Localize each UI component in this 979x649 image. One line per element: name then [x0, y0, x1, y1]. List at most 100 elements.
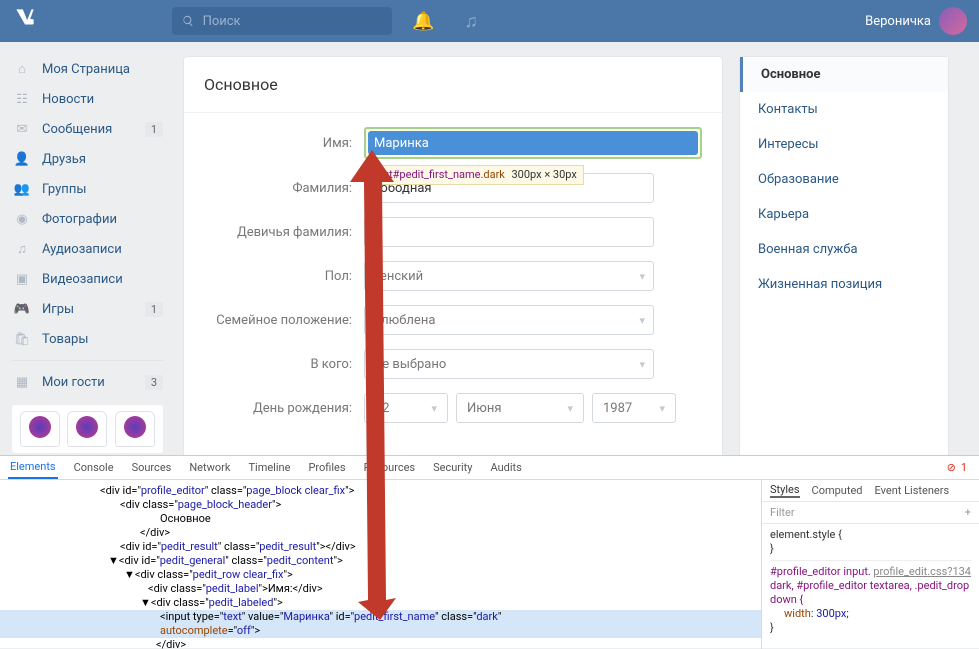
devtab-timeline[interactable]: Timeline	[246, 457, 292, 478]
nav-guests[interactable]: ▦ Мои гости 3	[4, 367, 171, 397]
nav-photo[interactable]: ◉ Фотографии	[4, 204, 171, 234]
games-icon: 🎮	[12, 299, 32, 319]
styles-panel: StylesComputedEvent Listeners Filter+ el…	[761, 480, 979, 649]
label-name: Имя:	[204, 136, 364, 151]
nav-badge: 3	[145, 375, 163, 390]
devtab-profiles[interactable]: Profiles	[306, 457, 347, 478]
nav-badge: 1	[145, 122, 163, 137]
nav-home[interactable]: ⌂Моя Страница	[4, 54, 171, 84]
user-name: Вероничка	[865, 14, 931, 29]
label-maiden: Девичья фамилия:	[204, 225, 364, 240]
news-icon: ☷	[12, 89, 32, 109]
devtab-console[interactable]: Console	[72, 457, 116, 478]
market-icon: 🛍	[12, 329, 32, 349]
search-icon	[182, 14, 195, 28]
avatar	[939, 7, 967, 35]
nav-separator	[12, 360, 163, 361]
nav-msg[interactable]: ✉ Сообщения 1	[4, 114, 171, 144]
page-title: Основное	[184, 57, 722, 113]
rnav-item[interactable]: Карьера	[740, 197, 948, 232]
chevron-down-icon: ▾	[639, 358, 645, 371]
nav-friends[interactable]: 👤 Друзья	[4, 144, 171, 174]
nav-label: Видеозаписи	[42, 272, 123, 287]
nav-label: Сообщения	[42, 122, 112, 137]
bell-icon[interactable]: 🔔	[412, 11, 434, 32]
nav-label: Группы	[42, 182, 86, 197]
nav-label: Мои гости	[42, 375, 105, 390]
promo-banner[interactable]	[12, 405, 163, 453]
photo-icon: ◉	[12, 209, 32, 229]
row-whom: В кого: Не выбрано▾	[204, 349, 702, 379]
label-surname: Фамилия:	[204, 181, 364, 196]
styletab-event-listeners[interactable]: Event Listeners	[875, 484, 950, 497]
styles-tabs: Styles Computed Event Listeners	[762, 480, 979, 502]
music-icon[interactable]: ♫	[464, 11, 478, 32]
row-name: Имя:	[204, 127, 702, 159]
chevron-down-icon: ▾	[639, 314, 645, 327]
rnav-item[interactable]: Военная служба	[740, 232, 948, 267]
devtab-audits[interactable]: Audits	[489, 457, 524, 478]
select-year[interactable]: 1987▾	[592, 393, 676, 423]
top-icons: 🔔 ♫	[412, 11, 478, 32]
rnav-item[interactable]: Контакты	[740, 92, 948, 127]
friends-icon: 👤	[12, 149, 32, 169]
search-input[interactable]	[203, 14, 382, 29]
topbar: 🔔 ♫ Вероничка	[0, 0, 979, 42]
nav-label: Фотографии	[42, 212, 117, 227]
error-count[interactable]: ⊘ 1	[945, 453, 971, 482]
video-icon: ▣	[12, 269, 32, 289]
nav-label: Товары	[42, 332, 88, 347]
plus-icon[interactable]: +	[965, 506, 971, 519]
annotation-arrow-1	[350, 150, 440, 620]
groups-icon: 👥	[12, 179, 32, 199]
left-nav: ⌂Моя Страница ☷ Новости ✉ Сообщения 1 👤 Друзья 👥…	[0, 48, 175, 467]
styletab-computed[interactable]: Computed	[812, 484, 863, 497]
devtools-tabs: Elements Console Sources Network Timeline Pro…	[0, 456, 979, 480]
nav-label: Аудиозаписи	[42, 242, 122, 257]
promo-cup	[67, 411, 107, 447]
devtools: Elements Console Sources Network Timeline Pro…	[0, 455, 979, 648]
row-bday: День рождения: 12▾ Июня▾ 1987▾	[204, 393, 702, 423]
nav-audio[interactable]: ♫ Аудиозаписи	[4, 234, 171, 264]
nav-groups[interactable]: 👥 Группы	[4, 174, 171, 204]
devtab-network[interactable]: Network	[187, 457, 232, 478]
top-user[interactable]: Вероничка	[865, 7, 967, 35]
nav-badge: 1	[145, 302, 163, 317]
css-source-link[interactable]: profile_edit.css?134	[873, 565, 971, 579]
rnav-item[interactable]: Основное	[740, 57, 948, 92]
promo-cup	[115, 411, 155, 447]
styles-filter[interactable]: Filter+	[762, 502, 979, 524]
row-marital: Семейное положение: Влюблена▾	[204, 305, 702, 335]
label-sex: Пол:	[204, 269, 364, 284]
styletab-styles[interactable]: Styles	[770, 483, 800, 498]
vk-logo[interactable]	[12, 5, 52, 37]
rnav-item[interactable]: Интересы	[740, 127, 948, 162]
row-maiden: Девичья фамилия:	[204, 217, 702, 247]
nav-label: Моя Страница	[42, 62, 130, 77]
nav-games[interactable]: 🎮Игры1	[4, 294, 171, 324]
chevron-down-icon: ▾	[659, 402, 665, 415]
right-nav: ОсновноеКонтактыИнтересыОбразованиеКарье…	[739, 56, 949, 467]
profile-editor: Основное Имя: Фамилия: Девичья фамилия: …	[183, 56, 723, 467]
grid-icon: ▦	[12, 372, 32, 392]
devtab-sources[interactable]: Sources	[130, 457, 174, 478]
nav-video[interactable]: ▣ Видеозаписи	[4, 264, 171, 294]
msg-icon: ✉	[12, 119, 32, 139]
nav-label: Друзья	[42, 152, 86, 167]
rnav-item[interactable]: Образование	[740, 162, 948, 197]
chevron-down-icon: ▾	[639, 270, 645, 283]
label-whom: В кого:	[204, 357, 364, 372]
nav-market[interactable]: 🛍 Товары	[4, 324, 171, 354]
audio-icon: ♫	[12, 239, 32, 259]
rnav-item[interactable]: Жизненная позиция	[740, 267, 948, 302]
search-box[interactable]	[172, 7, 392, 35]
label-bday: День рождения:	[204, 401, 364, 416]
promo-cup	[20, 411, 60, 447]
label-marital: Семейное положение:	[204, 313, 364, 328]
devtab-elements[interactable]: Elements	[8, 456, 58, 479]
select-month[interactable]: Июня▾	[456, 393, 584, 423]
nav-label: Новости	[42, 92, 94, 107]
row-sex: Пол: кенский▾	[204, 261, 702, 291]
chevron-down-icon: ▾	[567, 402, 573, 415]
nav-news[interactable]: ☷ Новости	[4, 84, 171, 114]
